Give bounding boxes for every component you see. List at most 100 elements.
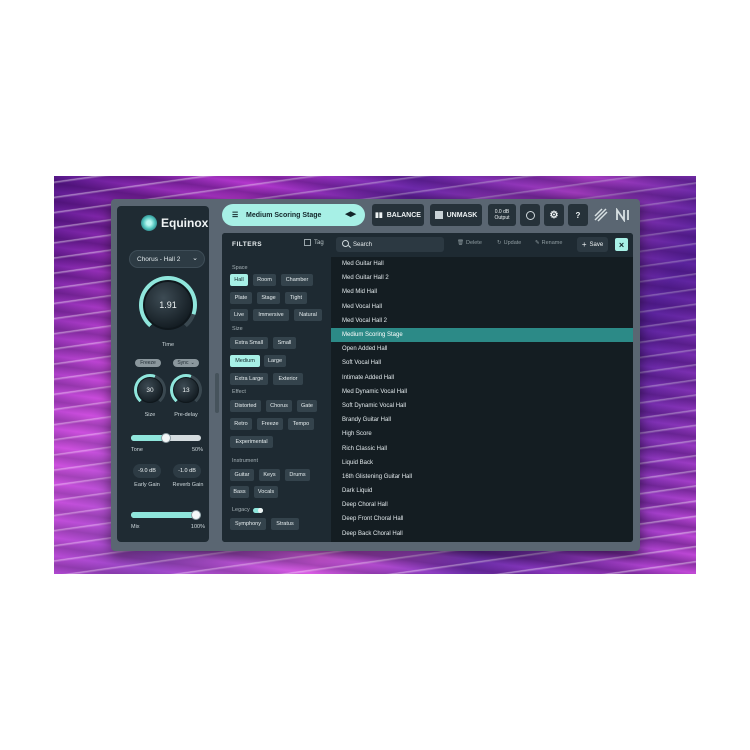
delete-label: Delete <box>465 240 482 246</box>
preset-list-item[interactable]: Open Added Hall <box>331 342 633 356</box>
search-input[interactable]: Search <box>336 237 444 252</box>
mix-slider-thumb[interactable] <box>191 510 201 520</box>
legacy-toggle[interactable] <box>253 508 263 513</box>
preset-list-item[interactable]: Dark Liquid <box>331 484 633 498</box>
reverb-gain-value[interactable]: -1.0 dB <box>173 464 201 478</box>
chip-immersive[interactable]: Immersive <box>253 309 289 321</box>
chip-room[interactable]: Room <box>253 274 276 286</box>
tag-button[interactable]: Tag <box>304 239 324 246</box>
gear-icon: ⚙ <box>549 209 559 221</box>
chip-stratus[interactable]: Stratus <box>271 518 299 530</box>
settings-button[interactable]: ⚙ <box>544 204 564 226</box>
sync-dropdown[interactable]: Sync ⌄ <box>173 359 199 367</box>
rename-label: Rename <box>541 240 563 246</box>
update-button[interactable]: ↻ Update <box>497 240 521 246</box>
save-button[interactable]: + Save <box>577 237 608 252</box>
app-logo: Equinox <box>141 215 208 231</box>
chip-exterior[interactable]: Exterior <box>273 373 303 385</box>
help-button[interactable]: ? <box>568 204 588 226</box>
chip-experimental[interactable]: Experimental <box>230 436 273 448</box>
chip-tight[interactable]: Tight <box>285 292 307 304</box>
chip-guitar[interactable]: Guitar <box>230 469 254 481</box>
size-knob[interactable]: 30 <box>134 374 166 406</box>
mix-slider[interactable] <box>131 510 201 520</box>
preset-list-item[interactable]: Med Mid Hall <box>331 285 633 299</box>
filters-title: FILTERS <box>232 241 263 248</box>
unmask-button[interactable]: UNMASK <box>430 204 482 226</box>
unmask-label: UNMASK <box>446 211 478 219</box>
chip-small[interactable]: Small <box>273 337 296 349</box>
preset-list-item[interactable]: Rich Classic Hall <box>331 441 633 455</box>
preset-list-item[interactable]: Med Guitar Hall 2 <box>331 271 633 285</box>
preset-list-item[interactable]: Deep Front Choral Hall <box>331 512 633 526</box>
delete-button[interactable]: 🗑 Delete <box>457 240 482 246</box>
chip-gate[interactable]: Gate <box>297 400 317 412</box>
tone-slider[interactable] <box>131 433 201 443</box>
freeze-button[interactable]: Freeze <box>135 359 161 367</box>
chip-freeze[interactable]: Freeze <box>257 418 283 430</box>
panel-splitter[interactable] <box>215 373 219 413</box>
pencil-icon: ✎ <box>535 240 540 246</box>
preset-list-item[interactable]: 16th Glistening Guitar Hall <box>331 470 633 484</box>
chip-medium[interactable]: Medium <box>230 355 260 367</box>
chip-symphony[interactable]: Symphony <box>230 518 266 530</box>
preset-list-item[interactable]: Liquid Back <box>331 456 633 470</box>
current-preset-name: Medium Scoring Stage <box>246 211 322 219</box>
preset-list-item[interactable]: High Score <box>331 427 633 441</box>
chip-extra-small[interactable]: Extra Small <box>230 337 268 349</box>
chip-bass[interactable]: Bass <box>230 486 249 498</box>
preset-select[interactable]: Chorus - Hall 2 ⌄ <box>129 250 205 268</box>
chip-large[interactable]: Large <box>264 355 286 367</box>
chip-stage[interactable]: Stage <box>257 292 280 304</box>
refresh-icon: ↻ <box>497 240 502 246</box>
early-gain-label: Early Gain <box>134 482 160 488</box>
balance-button[interactable]: ▮▮ BALANCE <box>372 204 424 226</box>
size-label: Size <box>144 412 156 418</box>
unmask-icon <box>434 211 443 219</box>
browser-toolbar: FILTERS Tag Search 🗑 Delete ↻ Update ✎ R… <box>222 233 633 257</box>
predelay-knob[interactable]: 13 <box>170 374 202 406</box>
chip-retro[interactable]: Retro <box>230 418 252 430</box>
chip-natural[interactable]: Natural <box>294 309 322 321</box>
prev-next-arrows-icon[interactable]: ◀▶ <box>345 210 356 218</box>
preset-list-item[interactable]: Brandy Guitar Hall <box>331 413 633 427</box>
chip-live[interactable]: Live <box>230 309 248 321</box>
chip-keys[interactable]: Keys <box>259 469 280 481</box>
current-preset-button[interactable]: ☰ Medium Scoring Stage ◀▶ <box>222 204 365 226</box>
chip-vocals[interactable]: Vocals <box>254 486 278 498</box>
size-value: 30 <box>137 377 163 403</box>
chip-chamber[interactable]: Chamber <box>281 274 313 286</box>
predelay-value: 13 <box>173 377 199 403</box>
predelay-label: Pre-delay <box>174 412 198 418</box>
preset-list-item[interactable]: Med Vocal Hall 2 <box>331 314 633 328</box>
headphones-button[interactable] <box>520 204 540 226</box>
time-knob[interactable]: 1.91 <box>139 276 197 334</box>
chip-tempo[interactable]: Tempo <box>288 418 314 430</box>
tone-slider-thumb[interactable] <box>161 433 171 443</box>
chip-plate[interactable]: Plate <box>230 292 252 304</box>
preset-list-item[interactable]: Soft Dynamic Vocal Hall <box>331 399 633 413</box>
chip-drums[interactable]: Drums <box>285 469 310 481</box>
preset-list-item[interactable]: Medium Scoring Stage <box>331 327 633 343</box>
preset-list-item[interactable]: Soft Vocal Hall <box>331 356 633 370</box>
preset-list-item[interactable]: Intimate Added Hall <box>331 371 633 385</box>
control-panel: Equinox Chorus - Hall 2 ⌄ 1.91 Time Free… <box>117 206 209 542</box>
preset-list-item[interactable]: Med Vocal Hall <box>331 300 633 314</box>
chip-distorted[interactable]: Distorted <box>230 400 261 412</box>
update-label: Update <box>503 240 522 246</box>
early-gain-value[interactable]: -9.0 dB <box>133 464 161 478</box>
chip-chorus[interactable]: Chorus <box>266 400 292 412</box>
chip-hall[interactable]: Hall <box>230 274 248 286</box>
preset-list-item[interactable]: Deep Back Choral Hall <box>331 527 633 541</box>
output-control[interactable]: 0.0 dB Output <box>488 204 516 226</box>
preset-list-item[interactable]: Deep Choral Hall <box>331 498 633 512</box>
chip-extra-large[interactable]: Extra Large <box>230 373 268 385</box>
plugin-window: Equinox Chorus - Hall 2 ⌄ 1.91 Time Free… <box>111 199 640 551</box>
preset-list-item[interactable]: Med Dynamic Vocal Hall <box>331 385 633 399</box>
rename-button[interactable]: ✎ Rename <box>535 240 562 246</box>
close-browser-button[interactable]: × <box>615 238 628 251</box>
preset-list-item[interactable]: Med Guitar Hall <box>331 257 633 271</box>
bars-icon: ▮▮ <box>375 212 383 219</box>
equinox-logo-icon <box>141 215 157 231</box>
trash-icon: 🗑 <box>457 240 464 246</box>
